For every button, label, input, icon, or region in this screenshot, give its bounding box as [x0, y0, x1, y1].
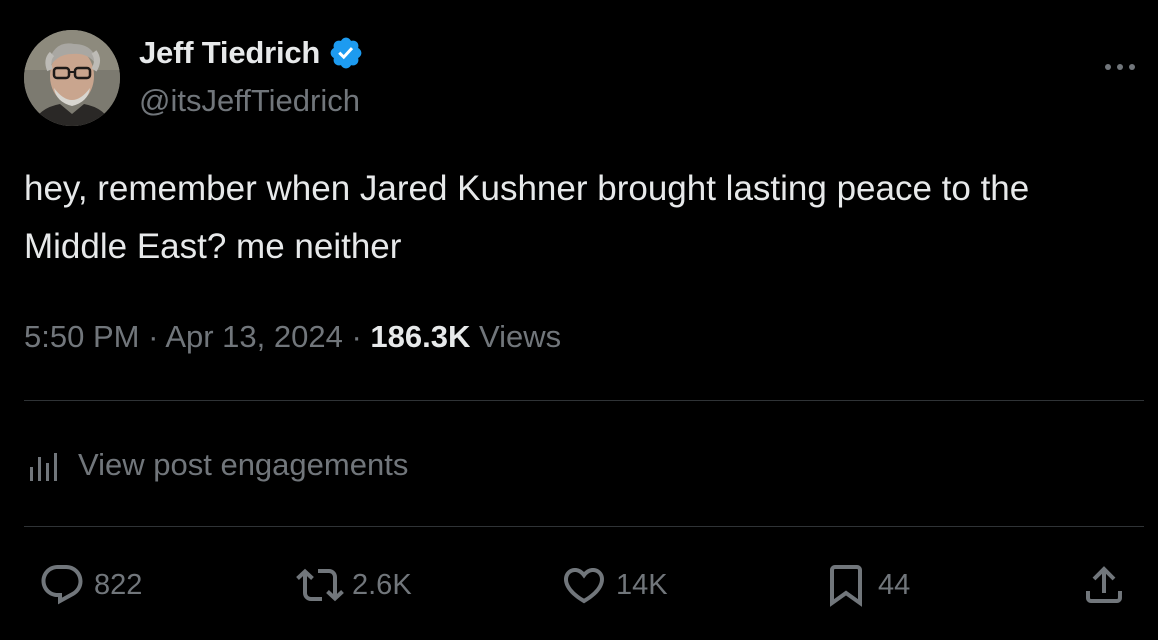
meta-separator: · — [148, 319, 159, 354]
repost-icon — [296, 568, 344, 602]
bookmark-count: 44 — [878, 568, 911, 601]
tweet-time[interactable]: 5:50 PM — [24, 319, 139, 354]
view-engagements-label: View post engagements — [78, 447, 409, 482]
like-count: 14K — [616, 568, 668, 601]
views-count: 186.3K — [370, 319, 471, 354]
verified-badge-icon[interactable] — [328, 35, 364, 71]
reply-count: 822 — [94, 568, 143, 601]
heart-icon — [563, 568, 605, 604]
tweet-card: Jeff Tiedrich @itsJeffTiedrich hey, reme… — [0, 0, 1158, 640]
tweet-text: hey, remember when Jared Kushner brought… — [24, 169, 1030, 266]
author-display-name[interactable]: Jeff Tiedrich — [139, 35, 320, 71]
repost-count: 2.6K — [352, 568, 412, 601]
views-label: Views — [479, 319, 562, 354]
divider — [24, 400, 1144, 401]
reply-icon — [41, 565, 83, 605]
more-icon[interactable] — [1098, 52, 1142, 82]
divider — [24, 526, 1144, 527]
tweet-meta: 5:50 PM · Apr 13, 2024 · 186.3K Views — [24, 315, 561, 359]
analytics-bars-icon — [30, 453, 57, 481]
like-button[interactable]: 14K — [560, 560, 668, 610]
bookmark-icon — [830, 565, 862, 607]
share-button[interactable] — [1080, 560, 1128, 610]
author-handle[interactable]: @itsJeffTiedrich — [139, 83, 360, 119]
view-engagements-link[interactable]: View post engagements — [24, 443, 408, 487]
share-icon — [1086, 566, 1122, 603]
avatar[interactable] — [24, 30, 120, 126]
author-name-row: Jeff Tiedrich — [139, 33, 364, 73]
action-bar: 822 2.6K 14K 44 — [0, 560, 1158, 610]
tweet-date[interactable]: Apr 13, 2024 — [165, 319, 343, 354]
bookmark-button[interactable]: 44 — [822, 560, 910, 610]
repost-button[interactable]: 2.6K — [296, 560, 412, 610]
reply-button[interactable]: 822 — [38, 560, 142, 610]
meta-separator: · — [351, 319, 362, 354]
